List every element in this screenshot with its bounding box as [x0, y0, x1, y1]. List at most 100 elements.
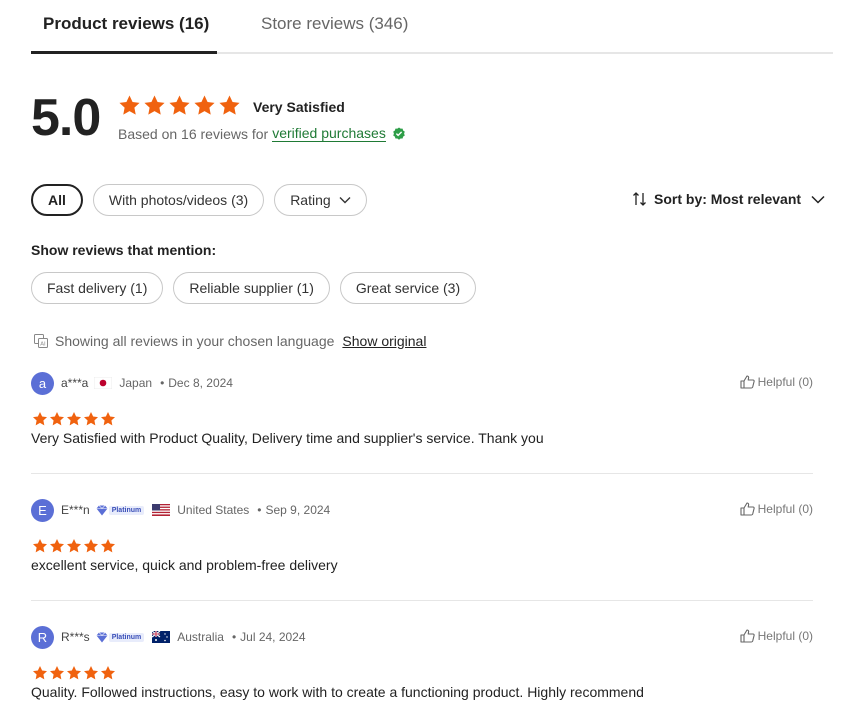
star-icon	[33, 412, 47, 426]
star-icon	[67, 412, 81, 426]
reviewer-name: R***s	[61, 630, 90, 644]
review-tabs: Product reviews (16) Store reviews (346)	[31, 0, 833, 54]
chevron-down-icon	[811, 195, 825, 204]
star-icon	[50, 539, 64, 553]
filter-all-label: All	[48, 192, 66, 208]
translation-notice-text: Showing all reviews in your chosen langu…	[55, 333, 335, 349]
review-text: excellent service, quick and problem-fre…	[31, 557, 338, 573]
based-on-text: Based on 16 reviews for	[118, 125, 269, 142]
reviewer-name: E***n	[61, 503, 90, 517]
review-item: R R***s Platinum Australia • Jul 24, 202…	[31, 625, 813, 712]
avatar: E	[31, 498, 54, 522]
mention-great-service[interactable]: Great service (3)	[339, 272, 477, 304]
filter-rating-label: Rating	[290, 192, 331, 208]
review-rating-stars	[32, 538, 116, 554]
sort-label: Sort by: Most relevant	[654, 191, 802, 207]
separator-dot: •	[231, 630, 237, 644]
filter-photos-label: With photos/videos (3)	[108, 192, 249, 208]
us-flag-icon	[152, 504, 171, 516]
review-date: Sep 9, 2024	[265, 503, 331, 517]
helpful-button[interactable]: Helpful (0)	[740, 629, 813, 643]
helpful-label: Helpful (0)	[757, 629, 813, 643]
review-date: Jul 24, 2024	[240, 630, 306, 644]
helpful-button[interactable]: Helpful (0)	[740, 375, 813, 389]
review-item: E E***n Platinum United States • Sep 9, …	[31, 498, 813, 588]
reviewer-name: a***a	[61, 376, 89, 390]
mention-chips: Fast delivery (1) Reliable supplier (1) …	[31, 272, 477, 304]
review-header: E E***n Platinum United States • Sep 9, …	[31, 498, 330, 522]
star-icon	[84, 539, 98, 553]
svg-text:AI: AI	[40, 342, 46, 348]
translation-notice: AI Showing all reviews in your chosen la…	[33, 333, 426, 349]
mention-label: Fast delivery (1)	[47, 280, 148, 296]
reviewer-country: Japan	[119, 376, 153, 390]
filter-rating-dropdown[interactable]: Rating	[274, 184, 367, 216]
review-item: a a***a Japan • Dec 8, 2024 Helpful (0) …	[31, 371, 813, 461]
star-icon	[219, 95, 240, 115]
thumbs-up-icon	[740, 629, 755, 643]
reviewer-country: Australia	[177, 630, 224, 644]
mention-label: Reliable supplier (1)	[189, 280, 314, 296]
star-icon	[119, 95, 140, 115]
star-icon	[101, 666, 115, 680]
japan-flag-icon	[94, 377, 113, 389]
star-icon	[194, 95, 215, 115]
review-divider	[31, 473, 813, 474]
mention-fast-delivery[interactable]: Fast delivery (1)	[31, 272, 164, 304]
avatar: a	[31, 371, 54, 395]
review-filters: All With photos/videos (3) Rating	[31, 184, 367, 216]
star-icon	[50, 412, 64, 426]
badge-label: Platinum	[108, 505, 145, 515]
review-rating-stars	[32, 411, 116, 427]
mention-label: Great service (3)	[355, 280, 461, 296]
review-rating-stars	[32, 665, 116, 681]
star-icon	[101, 412, 115, 426]
thumbs-up-icon	[740, 502, 755, 516]
separator-dot: •	[257, 503, 262, 517]
separator-dot: •	[160, 376, 165, 390]
star-icon	[84, 412, 98, 426]
average-rating-stars	[118, 94, 241, 117]
helpful-button[interactable]: Helpful (0)	[740, 502, 813, 516]
star-icon	[67, 539, 81, 553]
review-text: Quality. Followed instructions, easy to …	[31, 684, 644, 700]
review-text: Very Satisfied with Product Quality, Del…	[31, 430, 544, 446]
filter-with-photos[interactable]: With photos/videos (3)	[92, 184, 265, 216]
thumbs-up-icon	[740, 375, 755, 389]
star-icon	[169, 95, 190, 115]
avatar: R	[31, 625, 54, 649]
rating-label: Very Satisfied	[253, 99, 345, 115]
translate-icon: AI	[33, 333, 49, 349]
star-icon	[33, 539, 47, 553]
filter-all[interactable]: All	[31, 184, 83, 216]
star-icon	[101, 539, 115, 553]
star-icon	[50, 666, 64, 680]
star-icon	[33, 666, 47, 680]
mentions-title: Show reviews that mention:	[31, 242, 217, 258]
sort-dropdown[interactable]: Sort by: Most relevant	[632, 191, 825, 207]
reviewer-country: United States	[177, 503, 250, 517]
review-header: a a***a Japan • Dec 8, 2024	[31, 371, 233, 395]
star-icon	[84, 666, 98, 680]
mention-reliable-supplier[interactable]: Reliable supplier (1)	[173, 272, 330, 304]
tab-store-reviews[interactable]: Store reviews (346)	[261, 14, 408, 34]
review-date: Dec 8, 2024	[168, 376, 233, 390]
star-icon	[67, 666, 81, 680]
star-icon	[144, 95, 165, 115]
diamond-icon	[96, 631, 108, 642]
helpful-label: Helpful (0)	[757, 375, 813, 389]
review-basis: Based on 16 reviews for verified purchas…	[118, 125, 406, 142]
chevron-down-icon	[339, 196, 351, 204]
platinum-badge: Platinum	[96, 631, 145, 643]
sort-icon	[632, 191, 648, 207]
australia-flag-icon	[152, 631, 171, 643]
tab-product-reviews[interactable]: Product reviews (16)	[43, 14, 209, 34]
platinum-badge: Platinum	[96, 504, 145, 516]
verified-purchases-link[interactable]: verified purchases	[272, 125, 386, 142]
show-original-link[interactable]: Show original	[342, 333, 426, 349]
diamond-icon	[96, 504, 108, 515]
review-header: R R***s Platinum Australia • Jul 24, 202…	[31, 625, 306, 649]
helpful-label: Helpful (0)	[757, 502, 813, 516]
badge-label: Platinum	[108, 632, 145, 642]
verified-check-icon	[392, 126, 406, 141]
